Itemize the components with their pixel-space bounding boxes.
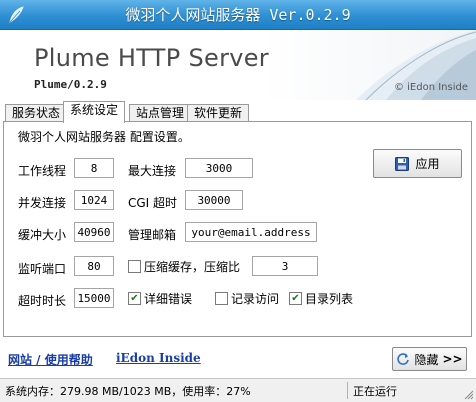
apply-button[interactable]: 应用 bbox=[373, 149, 462, 178]
max-connections-label: 最大连接 bbox=[128, 164, 177, 178]
log-access-box[interactable] bbox=[215, 292, 228, 305]
admin-email-input[interactable] bbox=[185, 222, 317, 242]
concurrent-connections-label: 并发连接 bbox=[18, 196, 67, 210]
status-separator bbox=[347, 382, 348, 399]
directory-listing-check-icon[interactable]: ✔ bbox=[289, 292, 302, 305]
memory-status: 系统内存：279.98 MB/1023 MB，使用率：27% bbox=[5, 385, 251, 398]
product-name: Plume HTTP Server bbox=[34, 44, 269, 72]
admin-email-label: 管理邮箱 bbox=[128, 228, 177, 242]
status-bar: 系统内存：279.98 MB/1023 MB，使用率：27% 正在运行 bbox=[0, 378, 476, 402]
resize-grip-icon[interactable] bbox=[464, 390, 474, 400]
product-version: Plume/0.2.9 bbox=[34, 78, 107, 91]
worker-threads-input[interactable] bbox=[74, 158, 114, 178]
detailed-errors-checkbox[interactable]: ✔ 详细错误 bbox=[128, 290, 192, 307]
apply-label: 应用 bbox=[415, 157, 440, 171]
cgi-timeout-label: CGI 超时 bbox=[128, 196, 178, 210]
log-access-label: 记录访问 bbox=[231, 292, 280, 306]
footer: 网站 / 使用帮助 iEdon Inside 隐藏 >> bbox=[0, 340, 476, 378]
compress-cache-checkbox[interactable]: 压缩缓存，压缩比 bbox=[128, 258, 240, 275]
tab-software-update[interactable]: 软件更新 bbox=[187, 104, 250, 122]
concurrent-connections-input[interactable] bbox=[74, 190, 114, 210]
window-title: 微羽个人网站服务器 Ver.0.2.9 bbox=[125, 6, 351, 24]
max-connections-input[interactable] bbox=[185, 158, 253, 178]
server-state: 正在运行 bbox=[353, 385, 397, 398]
tab-service-status[interactable]: 服务状态 bbox=[5, 104, 68, 122]
directory-listing-label: 目录列表 bbox=[305, 292, 354, 306]
cgi-timeout-input[interactable] bbox=[185, 190, 243, 210]
tab-site-management[interactable]: 站点管理 bbox=[129, 104, 192, 122]
timeout-label: 超时时长 bbox=[18, 294, 67, 308]
timeout-input[interactable] bbox=[74, 288, 114, 308]
iedon-inside-link[interactable]: iEdon Inside bbox=[116, 351, 201, 365]
worker-threads-label: 工作线程 bbox=[18, 164, 67, 178]
compress-cache-label: 压缩缓存，压缩比 bbox=[144, 260, 241, 274]
buffer-size-label: 缓冲大小 bbox=[18, 228, 67, 242]
settings-heading: 微羽个人网站服务器 配置设置。 bbox=[18, 130, 190, 144]
refresh-icon bbox=[397, 353, 410, 365]
detailed-errors-label: 详细错误 bbox=[144, 292, 193, 306]
compress-cache-box[interactable] bbox=[128, 260, 141, 273]
website-help-link[interactable]: 网站 / 使用帮助 bbox=[8, 351, 93, 368]
log-access-checkbox[interactable]: 记录访问 bbox=[215, 290, 279, 307]
compression-ratio-input[interactable] bbox=[252, 256, 318, 276]
buffer-size-input[interactable] bbox=[74, 222, 114, 242]
product-banner: Plume HTTP Server Plume/0.2.9 © iEdon In… bbox=[0, 30, 476, 100]
hide-label: 隐藏 bbox=[414, 352, 439, 367]
listen-port-label: 监听端口 bbox=[18, 262, 67, 276]
tab-system-settings[interactable]: 系统设定 bbox=[63, 101, 126, 123]
tab-bar: 服务状态 系统设定 站点管理 软件更新 bbox=[0, 101, 476, 123]
save-disk-icon bbox=[395, 156, 410, 171]
hide-button[interactable]: 隐藏 >> bbox=[392, 347, 467, 371]
double-chevron-right-icon: >> bbox=[442, 352, 463, 366]
copyright-text: © iEdon Inside bbox=[393, 82, 468, 93]
title-bar[interactable]: 微羽个人网站服务器 Ver.0.2.9 bbox=[0, 0, 476, 30]
detailed-errors-check-icon[interactable]: ✔ bbox=[128, 292, 141, 305]
directory-listing-checkbox[interactable]: ✔ 目录列表 bbox=[289, 290, 353, 307]
settings-panel: 微羽个人网站服务器 配置设置。 工作线程 最大连接 并发连接 CGI 超时 缓冲… bbox=[3, 121, 472, 337]
listen-port-input[interactable] bbox=[74, 256, 114, 276]
